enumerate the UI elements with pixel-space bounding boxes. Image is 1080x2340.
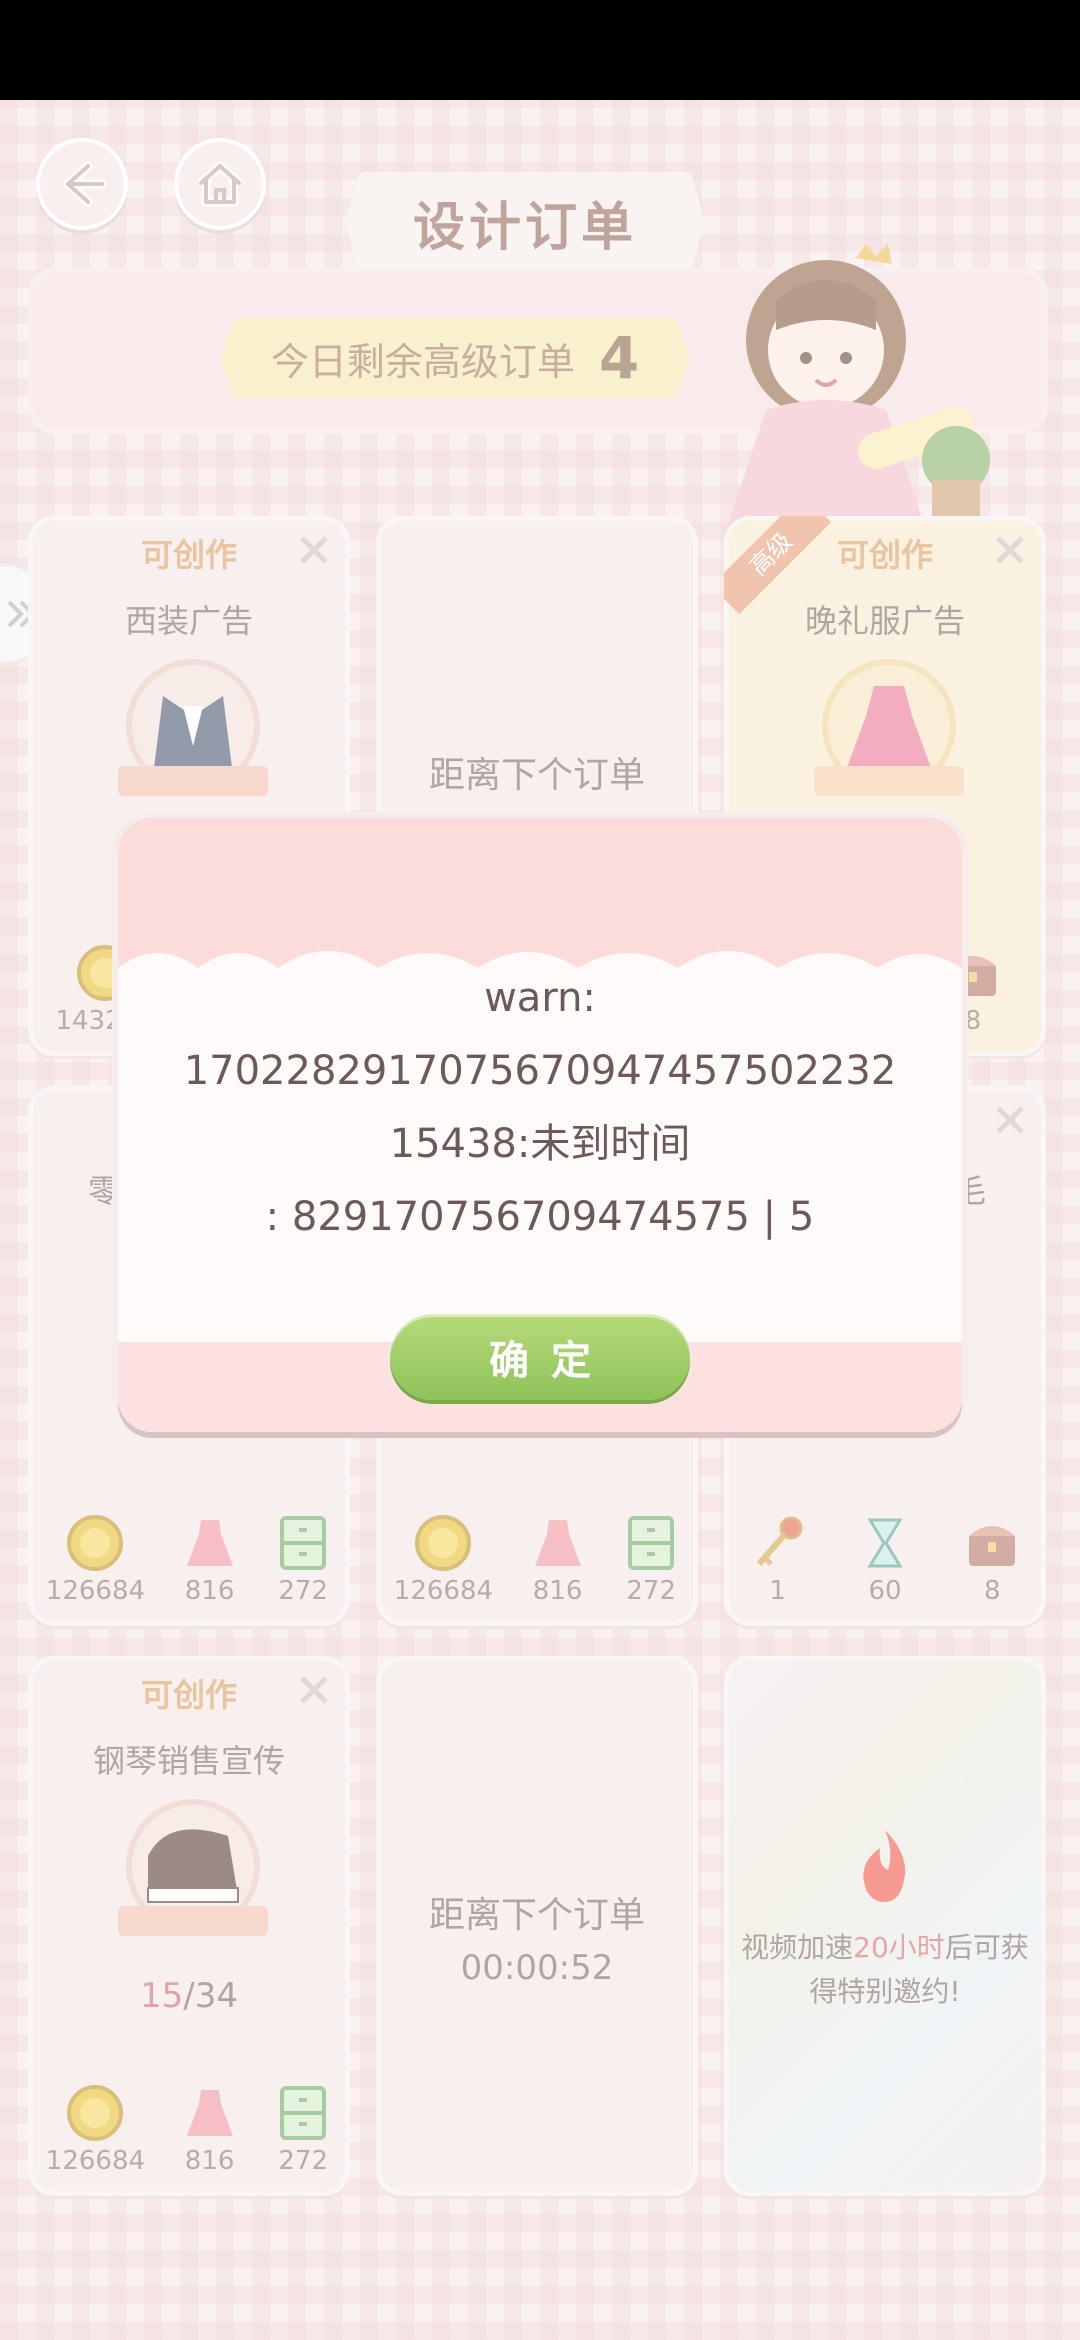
dialog-message-line: : 829170756709474575 | 5 — [265, 1194, 815, 1240]
warning-dialog: warn: 170228291707567094745750223​2 1543… — [118, 818, 962, 1432]
dialog-message: warn: 170228291707567094745750223​2 1543… — [118, 962, 962, 1254]
confirm-button[interactable]: 确定 — [390, 1314, 690, 1400]
dialog-message-line: 170228291707567094745750223​2 — [183, 1048, 897, 1094]
status-bar — [0, 0, 1080, 100]
dialog-message-line: warn: — [484, 975, 596, 1021]
dialog-message-line: 15438:未到时间 — [389, 1121, 691, 1167]
